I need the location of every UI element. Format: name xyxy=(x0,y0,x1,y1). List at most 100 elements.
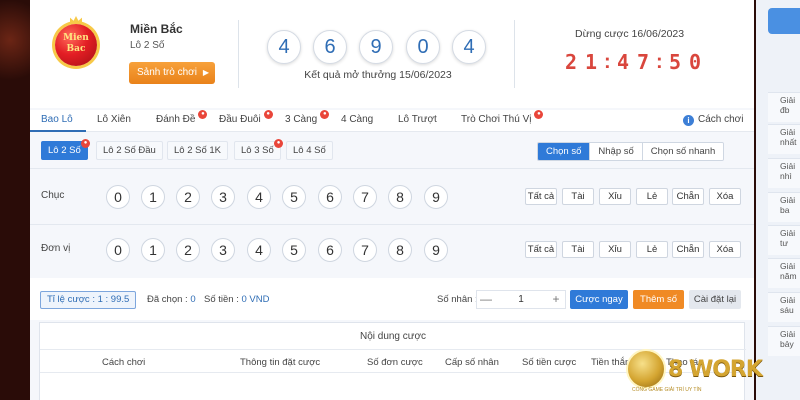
countdown-digit: 4 xyxy=(616,50,630,74)
select-odd-button[interactable]: Lẻ xyxy=(636,188,668,205)
result-ball: 4 xyxy=(452,30,486,64)
select-small-button[interactable]: Xỉu xyxy=(599,241,631,258)
reset-button[interactable]: Cài đặt lại xyxy=(689,290,741,309)
column-header: Số tiền cược xyxy=(522,357,577,368)
number-ball[interactable]: 0 xyxy=(106,238,130,262)
select-big-button[interactable]: Tài xyxy=(562,241,594,258)
result-date: Kết quả mở thưởng 15/06/2023 xyxy=(304,69,452,81)
clear-button[interactable]: Xóa xyxy=(709,188,741,205)
countdown-colon: : xyxy=(656,51,663,73)
row-label-don-vi: Đơn vị xyxy=(41,243,71,254)
game-type: Lô 2 Số xyxy=(130,40,165,51)
tab-3-cang[interactable]: 3 Càng ● xyxy=(285,110,330,125)
number-ball[interactable]: 9 xyxy=(424,238,448,262)
select-all-button[interactable]: Tất cả xyxy=(525,241,557,258)
results-sidebar: Giải đb Giải nhất Giải nhì Giải ba Giải … xyxy=(756,0,800,400)
selected-value: 0 xyxy=(190,294,196,305)
prize-label: Giải ba xyxy=(768,192,800,222)
hot-icon: ● xyxy=(274,139,283,148)
brand-logo-icon xyxy=(626,349,666,389)
brand-tagline: CỔNG GAME GIẢI TRÍ UY TÍN xyxy=(632,387,702,393)
column-header: Cấp số nhân xyxy=(445,357,499,368)
multiplier-label: Số nhân : xyxy=(437,294,478,305)
tab-bao-lo[interactable]: Bao Lô xyxy=(41,114,73,125)
number-ball[interactable]: 3 xyxy=(211,238,235,262)
result-ball: 6 xyxy=(313,30,347,64)
game-header: Mien Bac Miền Bắc Lô 2 Số Sảnh trò chơi ▶… xyxy=(30,0,754,108)
table-title: Nội dung cược xyxy=(359,331,427,342)
multiplier-input[interactable] xyxy=(497,292,545,307)
decrement-button[interactable]: — xyxy=(477,291,495,308)
how-to-play-link[interactable]: Cách chơi xyxy=(698,114,743,125)
number-ball[interactable]: 1 xyxy=(141,238,165,262)
number-ball[interactable]: 9 xyxy=(424,185,448,209)
tab-tro-choi-thu-vi[interactable]: Trò Chơi Thú Vị ● xyxy=(461,110,544,125)
play-arrow-icon: ▶ xyxy=(202,68,209,77)
number-ball[interactable]: 5 xyxy=(282,238,306,262)
subtab-lo-2-so-1k[interactable]: Lô 2 Số 1K xyxy=(167,141,229,160)
region-logo: Mien Bac xyxy=(55,16,97,66)
hot-icon: ● xyxy=(263,110,273,119)
hot-icon: ● xyxy=(534,110,544,119)
mode-chon-so-nhanh[interactable]: Chọn số nhanh xyxy=(641,143,724,160)
subtab-lo-2-so-dau[interactable]: Lô 2 Số Đầu xyxy=(96,141,163,160)
column-header: Cách chơi xyxy=(102,357,146,368)
tab-dau-duoi[interactable]: Đầu Đuôi ● xyxy=(219,110,273,125)
number-ball[interactable]: 4 xyxy=(247,238,271,262)
tab-label: Đầu Đuôi xyxy=(219,114,261,125)
number-ball[interactable]: 7 xyxy=(353,238,377,262)
sidebar-tab[interactable] xyxy=(768,8,800,34)
hot-icon: ● xyxy=(320,110,330,119)
lobby-button[interactable]: Sảnh trò chơi ▶ xyxy=(129,62,215,84)
tab-label: Đánh Đề xyxy=(156,114,196,125)
tab-4-cang[interactable]: 4 Càng xyxy=(341,114,373,125)
number-ball[interactable]: 1 xyxy=(141,185,165,209)
number-ball[interactable]: 2 xyxy=(176,185,200,209)
number-ball[interactable]: 8 xyxy=(388,185,412,209)
number-ball[interactable]: 7 xyxy=(353,185,377,209)
divider xyxy=(30,168,754,169)
number-ball[interactable]: 2 xyxy=(176,238,200,262)
countdown-colon: : xyxy=(604,51,611,73)
input-mode-group: Chọn số Nhập số Chọn số nhanh xyxy=(537,142,725,161)
subtab-lo-4-so[interactable]: Lô 4 Số xyxy=(286,141,333,160)
number-ball[interactable]: 5 xyxy=(282,185,306,209)
number-ball[interactable]: 6 xyxy=(318,238,342,262)
mode-nhap-so[interactable]: Nhập số xyxy=(589,143,642,160)
select-even-button[interactable]: Chẵn xyxy=(672,241,704,258)
selected-count: Đã chọn : 0 xyxy=(147,294,196,305)
number-ball[interactable]: 6 xyxy=(318,185,342,209)
bet-amount: Số tiền : 0 VND xyxy=(204,294,269,305)
tab-label: Trò Chơi Thú Vị xyxy=(461,114,532,125)
select-big-button[interactable]: Tài xyxy=(562,188,594,205)
countdown-digit: 5 xyxy=(668,50,682,74)
increment-button[interactable]: + xyxy=(547,291,565,308)
game-panel: Mien Bac Miền Bắc Lô 2 Số Sảnh trò chơi ▶… xyxy=(30,0,754,400)
amount-value: 0 VND xyxy=(241,294,270,305)
prize-label: Giải sáu xyxy=(768,292,800,322)
column-header: Số đơn cược xyxy=(367,357,423,368)
number-ball[interactable]: 4 xyxy=(247,185,271,209)
number-ball[interactable]: 8 xyxy=(388,238,412,262)
tab-lo-xien[interactable]: Lô Xiên xyxy=(97,114,131,125)
prize-label: Giải đb xyxy=(768,92,800,122)
select-even-button[interactable]: Chẵn xyxy=(672,188,704,205)
hot-icon: ● xyxy=(81,139,90,148)
stop-bet-date: Dừng cược 16/06/2023 xyxy=(575,28,685,40)
select-all-button[interactable]: Tất cả xyxy=(525,188,557,205)
mode-chon-so[interactable]: Chọn số xyxy=(538,143,590,160)
divider xyxy=(514,20,515,88)
select-odd-button[interactable]: Lẻ xyxy=(636,241,668,258)
add-number-button[interactable]: Thêm số xyxy=(633,290,684,309)
divider xyxy=(30,224,754,225)
info-icon[interactable]: i xyxy=(683,115,694,126)
select-small-button[interactable]: Xỉu xyxy=(599,188,631,205)
tab-lo-truot[interactable]: Lô Trượt xyxy=(398,114,437,125)
tab-danh-de[interactable]: Đánh Đề ● xyxy=(156,110,208,125)
divider xyxy=(238,20,239,88)
multiplier-stepper: — + xyxy=(476,290,566,309)
number-ball[interactable]: 3 xyxy=(211,185,235,209)
clear-button[interactable]: Xóa xyxy=(709,241,741,258)
number-ball[interactable]: 0 xyxy=(106,185,130,209)
bet-now-button[interactable]: Cược ngay xyxy=(570,290,628,309)
